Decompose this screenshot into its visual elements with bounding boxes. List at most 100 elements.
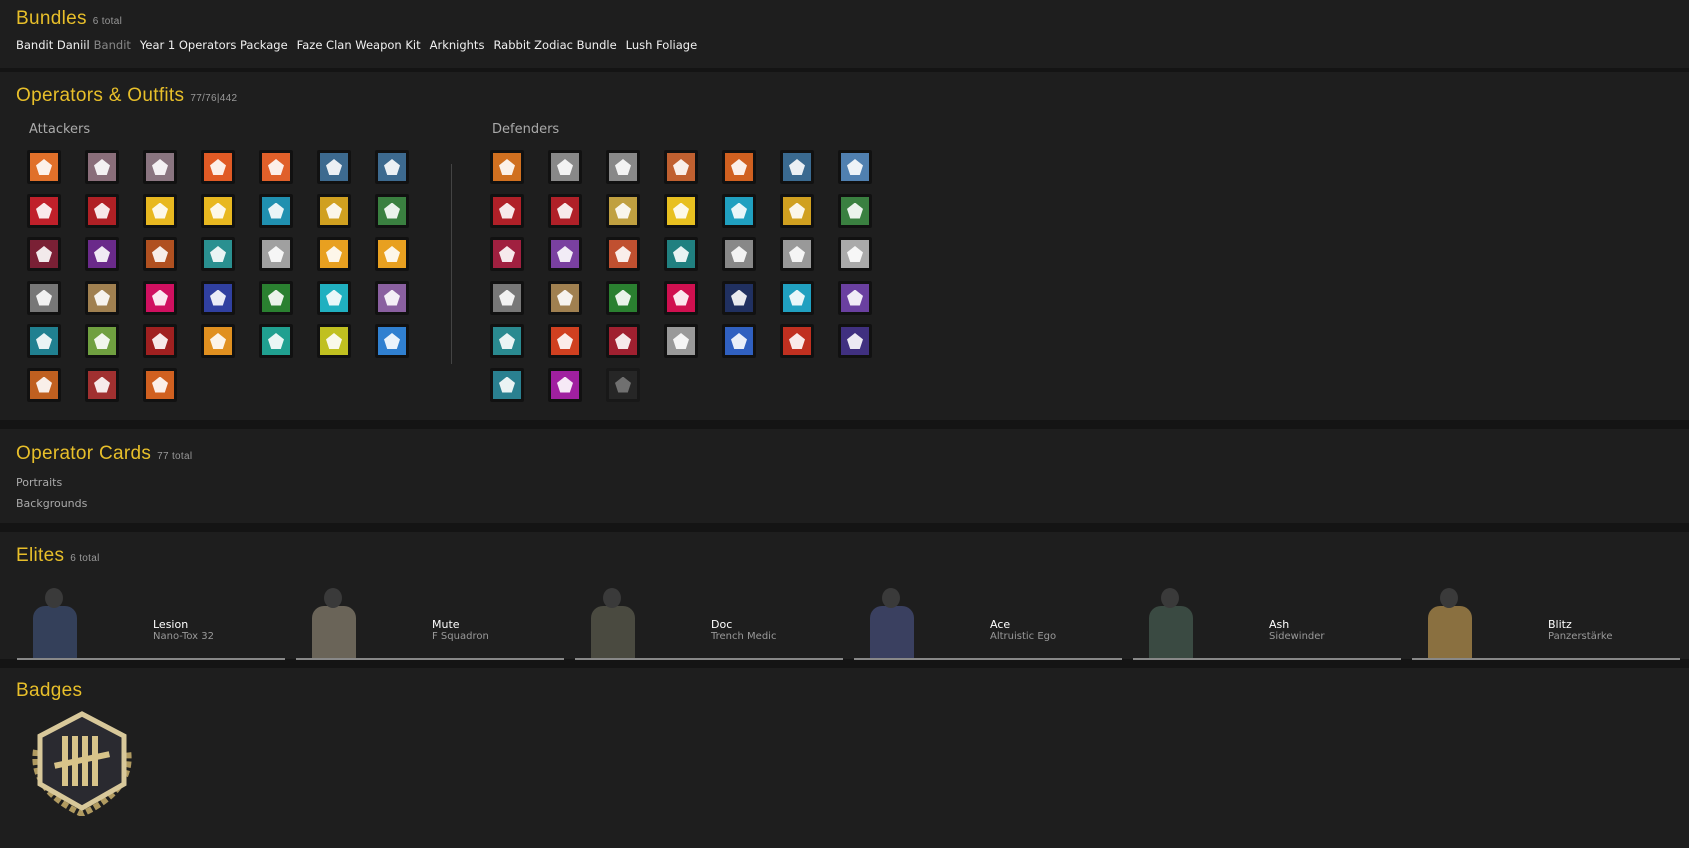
emblem-icon xyxy=(268,202,284,219)
defender-operator-icon[interactable] xyxy=(838,324,872,358)
attacker-operator-icon[interactable] xyxy=(375,280,409,315)
attacker-operator-icon[interactable] xyxy=(143,193,177,228)
defender-operator-icon[interactable] xyxy=(664,324,698,358)
attacker-operator-icon[interactable] xyxy=(317,193,351,228)
defender-operator-icon[interactable] xyxy=(490,324,524,358)
bundle-item[interactable]: Faze Clan Weapon Kit xyxy=(297,38,421,52)
defender-operator-icon[interactable] xyxy=(780,193,814,228)
emblem-icon xyxy=(210,202,226,219)
attacker-operator-icon[interactable] xyxy=(375,324,409,358)
attacker-operator-icon[interactable] xyxy=(143,150,177,184)
attacker-operator-icon[interactable] xyxy=(259,324,293,358)
attacker-operator-icon[interactable] xyxy=(143,367,177,402)
attacker-operator-icon[interactable] xyxy=(201,280,235,315)
attacker-operator-icon[interactable] xyxy=(317,324,351,358)
defender-operator-icon[interactable] xyxy=(606,367,640,402)
attacker-operator-icon[interactable] xyxy=(27,237,61,271)
defender-operator-icon[interactable] xyxy=(548,237,582,271)
attacker-operator-icon[interactable] xyxy=(201,324,235,358)
defender-operator-icon[interactable] xyxy=(606,280,640,315)
defender-operator-icon[interactable] xyxy=(780,280,814,315)
badge-icon[interactable] xyxy=(26,710,138,816)
attacker-operator-icon[interactable] xyxy=(85,150,119,184)
attacker-operator-icon[interactable] xyxy=(85,324,119,358)
defender-operator-icon[interactable] xyxy=(490,367,524,402)
defender-operator-icon[interactable] xyxy=(606,150,640,184)
defender-operator-icon[interactable] xyxy=(780,237,814,271)
attacker-operator-icon[interactable] xyxy=(85,193,119,228)
attacker-operator-icon[interactable] xyxy=(317,237,351,271)
elite-card[interactable]: Mute F Squadron xyxy=(296,576,564,660)
attacker-operator-icon[interactable] xyxy=(143,280,177,315)
defender-operator-icon[interactable] xyxy=(722,193,756,228)
defender-operator-icon[interactable] xyxy=(606,237,640,271)
attacker-operator-icon[interactable] xyxy=(85,367,119,402)
attacker-operator-icon[interactable] xyxy=(317,280,351,315)
defender-operator-icon[interactable] xyxy=(548,280,582,315)
defender-operator-icon[interactable] xyxy=(490,150,524,184)
defender-operator-icon[interactable] xyxy=(490,193,524,228)
emblem-icon xyxy=(268,159,284,175)
elite-card[interactable]: Lesion Nano-Tox 32 xyxy=(17,576,285,660)
attacker-operator-icon[interactable] xyxy=(259,150,293,184)
operators-heading: Operators & Outfits 77/76|442 xyxy=(16,85,237,107)
attacker-operator-icon[interactable] xyxy=(27,324,61,358)
attacker-operator-icon[interactable] xyxy=(201,193,235,228)
defender-operator-icon[interactable] xyxy=(722,150,756,184)
defender-operator-icon[interactable] xyxy=(722,324,756,358)
attacker-operator-icon[interactable] xyxy=(85,237,119,271)
elite-card[interactable]: Doc Trench Medic xyxy=(575,576,843,660)
portraits-link[interactable]: Portraits xyxy=(16,476,62,489)
defender-operator-icon[interactable] xyxy=(548,367,582,402)
attacker-operator-icon[interactable] xyxy=(259,237,293,271)
defender-operator-icon[interactable] xyxy=(548,193,582,228)
defender-operator-icon[interactable] xyxy=(490,237,524,271)
attacker-operator-icon[interactable] xyxy=(143,237,177,271)
defender-operator-icon[interactable] xyxy=(606,193,640,228)
elite-card[interactable]: Ace Altruistic Ego xyxy=(854,576,1122,660)
emblem-icon xyxy=(268,333,284,349)
bundle-item[interactable]: Lush Foliage xyxy=(626,38,697,52)
attacker-operator-icon[interactable] xyxy=(375,150,409,184)
attacker-operator-icon[interactable] xyxy=(259,193,293,228)
defender-operator-icon[interactable] xyxy=(780,324,814,358)
defender-operator-icon[interactable] xyxy=(664,150,698,184)
elite-skin-name: Nano-Tox 32 xyxy=(153,631,214,642)
attacker-operator-icon[interactable] xyxy=(143,324,177,358)
attacker-operator-icon[interactable] xyxy=(27,280,61,315)
attacker-operator-icon[interactable] xyxy=(375,237,409,271)
attacker-operator-icon[interactable] xyxy=(27,367,61,402)
defender-operator-icon[interactable] xyxy=(664,193,698,228)
defender-operator-icon[interactable] xyxy=(548,324,582,358)
bundle-item[interactable]: Bandit Daniil Bandit xyxy=(16,38,131,52)
attacker-operator-icon[interactable] xyxy=(85,280,119,315)
defender-operator-icon[interactable] xyxy=(664,237,698,271)
elite-card[interactable]: Blitz Panzerstärke xyxy=(1412,576,1680,660)
emblem-icon xyxy=(499,376,515,393)
attacker-operator-icon[interactable] xyxy=(201,237,235,271)
attacker-operator-icon[interactable] xyxy=(259,280,293,315)
attacker-operator-icon[interactable] xyxy=(317,150,351,184)
attacker-operator-icon[interactable] xyxy=(201,150,235,184)
attacker-operator-icon[interactable] xyxy=(375,193,409,228)
defender-operator-icon[interactable] xyxy=(780,150,814,184)
defender-operator-icon[interactable] xyxy=(722,280,756,315)
defender-operator-icon[interactable] xyxy=(838,237,872,271)
defender-operator-icon[interactable] xyxy=(606,324,640,358)
defender-operator-icon[interactable] xyxy=(838,280,872,315)
defender-operator-icon[interactable] xyxy=(838,150,872,184)
attacker-operator-icon[interactable] xyxy=(27,193,61,228)
bundle-item[interactable]: Arknights xyxy=(430,38,485,52)
defender-operator-icon[interactable] xyxy=(838,193,872,228)
defender-operator-icon[interactable] xyxy=(722,237,756,271)
emblem-icon xyxy=(384,159,400,175)
emblem-icon xyxy=(152,289,168,306)
defender-operator-icon[interactable] xyxy=(548,150,582,184)
attacker-operator-icon[interactable] xyxy=(27,150,61,184)
backgrounds-link[interactable]: Backgrounds xyxy=(16,497,87,510)
bundle-item[interactable]: Rabbit Zodiac Bundle xyxy=(493,38,616,52)
elite-card[interactable]: Ash Sidewinder xyxy=(1133,576,1401,660)
defender-operator-icon[interactable] xyxy=(664,280,698,315)
defender-operator-icon[interactable] xyxy=(490,280,524,315)
bundle-item[interactable]: Year 1 Operators Package xyxy=(140,38,288,52)
